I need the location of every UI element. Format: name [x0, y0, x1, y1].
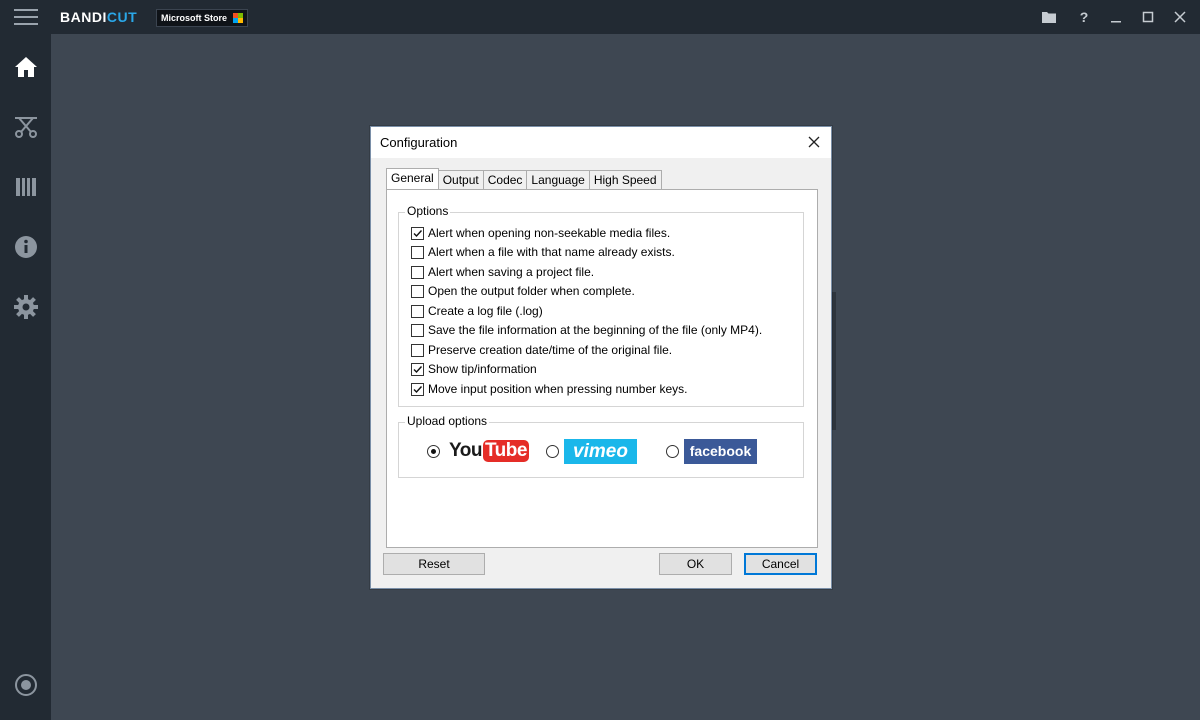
checkbox[interactable]: [411, 323, 424, 337]
vimeo-radio[interactable]: [546, 445, 559, 458]
tab-output[interactable]: Output: [437, 170, 484, 189]
vimeo-logo: vimeo: [564, 439, 637, 464]
settings-icon[interactable]: [13, 294, 39, 320]
option-row[interactable]: Save the file information at the beginni…: [411, 322, 762, 338]
minimize-icon[interactable]: [1106, 7, 1126, 27]
checkbox[interactable]: [411, 245, 424, 259]
option-label: Move input position when pressing number…: [428, 382, 688, 396]
windows-logo-icon: [233, 13, 244, 23]
configuration-dialog: Configuration General Output Codec Langu…: [370, 126, 832, 589]
record-icon[interactable]: [13, 672, 39, 698]
checkbox[interactable]: [411, 362, 424, 376]
app-logo: BANDICUT: [60, 9, 138, 25]
checkbox[interactable]: [411, 265, 424, 279]
checkbox[interactable]: [411, 343, 424, 357]
tab-general[interactable]: General: [386, 168, 439, 189]
checkbox[interactable]: [411, 382, 424, 396]
option-label: Save the file information at the beginni…: [428, 323, 763, 337]
close-icon[interactable]: [1170, 7, 1190, 27]
option-row[interactable]: Move input position when pressing number…: [411, 381, 687, 397]
sidebar: [0, 34, 51, 720]
maximize-icon[interactable]: [1138, 7, 1158, 27]
checkbox[interactable]: [411, 284, 424, 298]
store-badge-label: Microsoft Store: [161, 13, 228, 23]
option-label: Preserve creation date/time of the origi…: [428, 343, 673, 357]
general-tab-panel: Options Alert when opening non-seekable …: [386, 189, 818, 548]
option-label: Show tip/information: [428, 362, 537, 376]
tab-language[interactable]: Language: [526, 170, 590, 189]
tab-codec[interactable]: Codec: [482, 170, 528, 189]
option-row[interactable]: Preserve creation date/time of the origi…: [411, 342, 672, 358]
option-label: Open the output folder when complete.: [428, 284, 635, 298]
youtube-radio[interactable]: [427, 445, 440, 458]
tab-strip: General Output Codec Language High Speed: [386, 168, 662, 189]
facebook-radio[interactable]: [666, 445, 679, 458]
cut-icon[interactable]: [13, 114, 39, 140]
youtube-logo: You Tube: [449, 440, 529, 462]
option-label: Create a log file (.log): [428, 304, 543, 318]
facebook-logo: facebook: [684, 439, 757, 464]
option-row[interactable]: Alert when a file with that name already…: [411, 244, 675, 260]
folder-icon[interactable]: [1039, 7, 1059, 27]
upload-options-group: Upload options You Tube vimeo facebook: [398, 414, 804, 478]
upload-group-label: Upload options: [405, 414, 490, 428]
microsoft-store-badge[interactable]: Microsoft Store: [156, 9, 249, 27]
options-group-label: Options: [405, 204, 451, 218]
home-icon[interactable]: [13, 54, 39, 80]
option-row[interactable]: Alert when opening non-seekable media fi…: [411, 225, 670, 241]
cancel-button[interactable]: Cancel: [744, 553, 817, 575]
help-icon[interactable]: ?: [1074, 7, 1094, 27]
dialog-title-bar: Configuration: [371, 127, 831, 158]
reset-button[interactable]: Reset: [383, 553, 485, 575]
dialog-title: Configuration: [380, 135, 458, 150]
option-row[interactable]: Open the output folder when complete.: [411, 283, 635, 299]
checkbox[interactable]: [411, 304, 424, 318]
close-icon[interactable]: [805, 133, 823, 151]
checkbox[interactable]: [411, 226, 424, 240]
ok-button[interactable]: OK: [659, 553, 732, 575]
option-row[interactable]: Show tip/information: [411, 361, 537, 377]
options-group: Options Alert when opening non-seekable …: [398, 204, 804, 407]
info-icon[interactable]: [13, 234, 39, 260]
tab-high-speed[interactable]: High Speed: [588, 170, 662, 189]
menu-icon[interactable]: [14, 9, 38, 25]
option-row[interactable]: Alert when saving a project file.: [411, 264, 594, 280]
title-bar: BANDICUT Microsoft Store ?: [0, 0, 1200, 34]
encode-icon[interactable]: [13, 174, 39, 200]
option-label: Alert when opening non-seekable media fi…: [428, 226, 671, 240]
option-row[interactable]: Create a log file (.log): [411, 303, 543, 319]
option-label: Alert when saving a project file.: [428, 265, 595, 279]
option-label: Alert when a file with that name already…: [428, 245, 675, 259]
